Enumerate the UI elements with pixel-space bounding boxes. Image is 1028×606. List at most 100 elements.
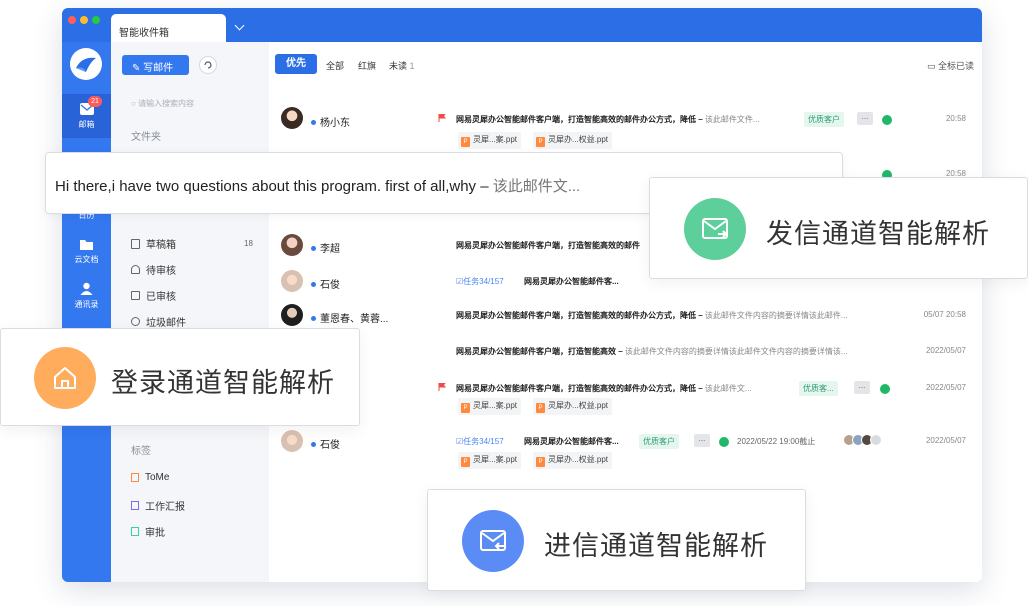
check-icon <box>131 291 140 300</box>
mail-snippet: 该此邮件文... <box>704 384 752 393</box>
tab-smart-inbox[interactable]: 智能收件箱 <box>111 14 226 42</box>
preview-text: Hi there,i have two questions about this… <box>55 178 489 195</box>
mark-all-read-button[interactable]: ▭ 全标已读 <box>927 59 974 72</box>
send-card-title: 发信通道智能解析 <box>766 219 990 249</box>
rail-docs-label: 云文档 <box>74 255 99 264</box>
sender-name: 董恩春、黄蓉... <box>311 310 388 325</box>
receive-card-title: 进信通道智能解析 <box>544 531 768 561</box>
receive-mail-icon <box>462 510 524 572</box>
tags-heading: 标签 <box>131 446 151 457</box>
rail-contacts-label: 通讯录 <box>74 300 99 309</box>
folder-item-reviewed[interactable]: 已审核 <box>131 288 176 303</box>
wechat-icon[interactable] <box>719 437 729 447</box>
attachment-name: 灵犀办...权益.ppt <box>548 455 609 464</box>
refresh-icon <box>204 61 212 69</box>
search-placeholder: 请输入搜索内容 <box>138 99 195 108</box>
task-progress[interactable]: ☑任务34/157 <box>456 436 504 447</box>
mail-row[interactable]: 石俊 ☑任务34/157 网易灵犀办公智能邮件客... 优质客户 ... 202… <box>269 430 982 480</box>
tab-priority[interactable]: 优先 <box>275 54 317 74</box>
minimize-window-button[interactable] <box>80 16 88 24</box>
tag-item-report[interactable]: 工作汇报 <box>131 498 185 513</box>
mail-snippet: 该此邮件文件内容的摘要详情该此邮件... <box>704 311 848 320</box>
compose-button[interactable]: ✎ 写邮件 <box>122 55 189 75</box>
deadline-text: 2022/05/22 19:00截止 <box>737 437 816 446</box>
title-bar: 智能收件箱 <box>62 8 982 42</box>
refresh-button[interactable] <box>199 56 217 74</box>
mail-subject: 网易灵犀办公智能邮件客户端，打造智能高效 – <box>456 347 623 356</box>
search-input[interactable]: ○ 请输入搜索内容 <box>131 98 194 109</box>
maximize-window-button[interactable] <box>92 16 100 24</box>
folder-item-spam[interactable]: 垃圾邮件 <box>131 314 186 329</box>
mail-row[interactable]: 网易灵犀办公智能邮件客户端，打造智能高效的邮件办公方式，降低 – 该此邮件文..… <box>269 376 982 426</box>
folder-item-pending[interactable]: 待审核 <box>131 262 176 277</box>
stage: 智能收件箱 邮箱 21 日历 云文档 通讯录 ✎ 写邮件 ○ 请输入搜索内容 文… <box>0 0 1028 606</box>
attachment-name: 灵犀办...权益.ppt <box>548 401 609 410</box>
pencil-icon: ✎ <box>132 63 144 74</box>
avatar <box>281 270 303 292</box>
attachment-name: 灵犀办...权益.ppt <box>548 135 609 144</box>
chevron-down-icon[interactable] <box>234 20 245 31</box>
task-progress[interactable]: ☑任务34/157 <box>456 276 504 287</box>
attachment-chip[interactable]: P 灵犀...案.ppt <box>458 132 522 149</box>
left-rail: 邮箱 21 日历 云文档 通讯录 <box>62 42 111 582</box>
mail-subject: 网易灵犀办公智能邮件客户端，打造智能高效的邮件 <box>456 241 640 250</box>
wechat-icon[interactable] <box>882 115 892 125</box>
more-labels-button[interactable]: ... <box>857 112 873 125</box>
tag-label: 审批 <box>145 528 165 539</box>
rail-item-docs[interactable]: 云文档 <box>62 238 111 265</box>
participant-avatars[interactable] <box>843 434 882 446</box>
mail-row[interactable]: 杨小东 网易灵犀办公智能邮件客户端，打造智能高效的邮件办公方式，降低 – 该此邮… <box>269 104 982 154</box>
spam-icon <box>131 317 140 326</box>
mail-subject: 网易灵犀办公智能邮件客户端，打造智能高效的邮件办公方式，降低 – <box>456 384 703 393</box>
customer-label[interactable]: 优质客户 <box>804 112 844 127</box>
more-labels-button[interactable]: ... <box>854 381 870 394</box>
mail-time: 2022/05/07 <box>925 383 966 392</box>
sender-name: 杨小东 <box>311 114 350 129</box>
folder-item-drafts[interactable]: 草稿箱 18 <box>131 236 253 251</box>
ppt-icon: P <box>536 137 545 147</box>
folder-label: 已审核 <box>146 292 176 303</box>
rail-item-mail[interactable]: 邮箱 21 <box>62 94 111 138</box>
folder-pane: ✎ 写邮件 ○ 请输入搜索内容 文件夹 草稿箱 18 待审核 已审核 垃圾邮件 … <box>111 42 269 582</box>
mail-row[interactable]: 董恩春、黄蓉... 网易灵犀办公智能邮件客户端，打造智能高效的邮件办公方式，降低… <box>269 304 982 334</box>
mail-time: 2022/05/07 <box>925 346 966 355</box>
window-controls <box>68 16 100 24</box>
mail-row[interactable]: 网易灵犀办公智能邮件客户端，打造智能高效 – 该此邮件文件内容的摘要详情该此邮件… <box>269 340 982 370</box>
unread-count: 1 <box>409 61 415 71</box>
red-flag-icon[interactable] <box>438 114 446 122</box>
wechat-icon[interactable] <box>880 384 890 394</box>
rail-item-contacts[interactable]: 通讯录 <box>62 282 111 310</box>
tab-unread[interactable]: 未读 1 <box>389 59 415 72</box>
tab-all[interactable]: 全部 <box>326 59 344 72</box>
mail-snippet: 该此邮件文件内容的摘要详情该此邮件文件内容的摘要详情该... <box>624 347 848 356</box>
more-labels-button[interactable]: ... <box>694 434 710 447</box>
attachment-chip[interactable]: P 灵犀...案.ppt <box>458 398 522 415</box>
mail-subject: 网易灵犀办公智能邮件客户端，打造智能高效的邮件办公方式，降低 – <box>456 311 703 320</box>
attachment-chip[interactable]: P 灵犀...案.ppt <box>458 452 522 469</box>
tag-item-tome[interactable]: ToMe <box>131 472 169 483</box>
attachment-chip[interactable]: P 灵犀办...权益.ppt <box>533 132 613 149</box>
tag-item-approval[interactable]: 审批 <box>131 524 165 539</box>
login-card-title: 登录通道智能解析 <box>111 368 335 398</box>
unread-badge: 21 <box>88 96 102 107</box>
tab-flagged[interactable]: 红旗 <box>358 59 376 72</box>
logo-icon <box>76 57 96 72</box>
customer-label[interactable]: 优质客户 <box>639 434 679 449</box>
mail-subject: 网易灵犀办公智能邮件客户端，打造智能高效的邮件办公方式，降低 – <box>456 115 703 124</box>
mark-read-icon: ▭ <box>926 61 938 71</box>
close-window-button[interactable] <box>68 16 76 24</box>
avatar <box>281 430 303 452</box>
customer-label[interactable]: 优质客... <box>799 381 838 396</box>
attachment-chip[interactable]: P 灵犀办...权益.ppt <box>533 452 613 469</box>
avatar <box>281 234 303 256</box>
home-icon <box>34 347 96 409</box>
folder-icon <box>80 240 93 250</box>
mark-all-read-label: 全标已读 <box>937 61 974 71</box>
avatar <box>281 304 303 326</box>
send-mail-icon <box>684 198 746 260</box>
attachment-name: 灵犀...案.ppt <box>473 401 518 410</box>
folder-count: 18 <box>244 239 253 248</box>
avatar <box>281 107 303 129</box>
red-flag-icon[interactable] <box>438 383 446 391</box>
attachment-chip[interactable]: P 灵犀办...权益.ppt <box>533 398 613 415</box>
